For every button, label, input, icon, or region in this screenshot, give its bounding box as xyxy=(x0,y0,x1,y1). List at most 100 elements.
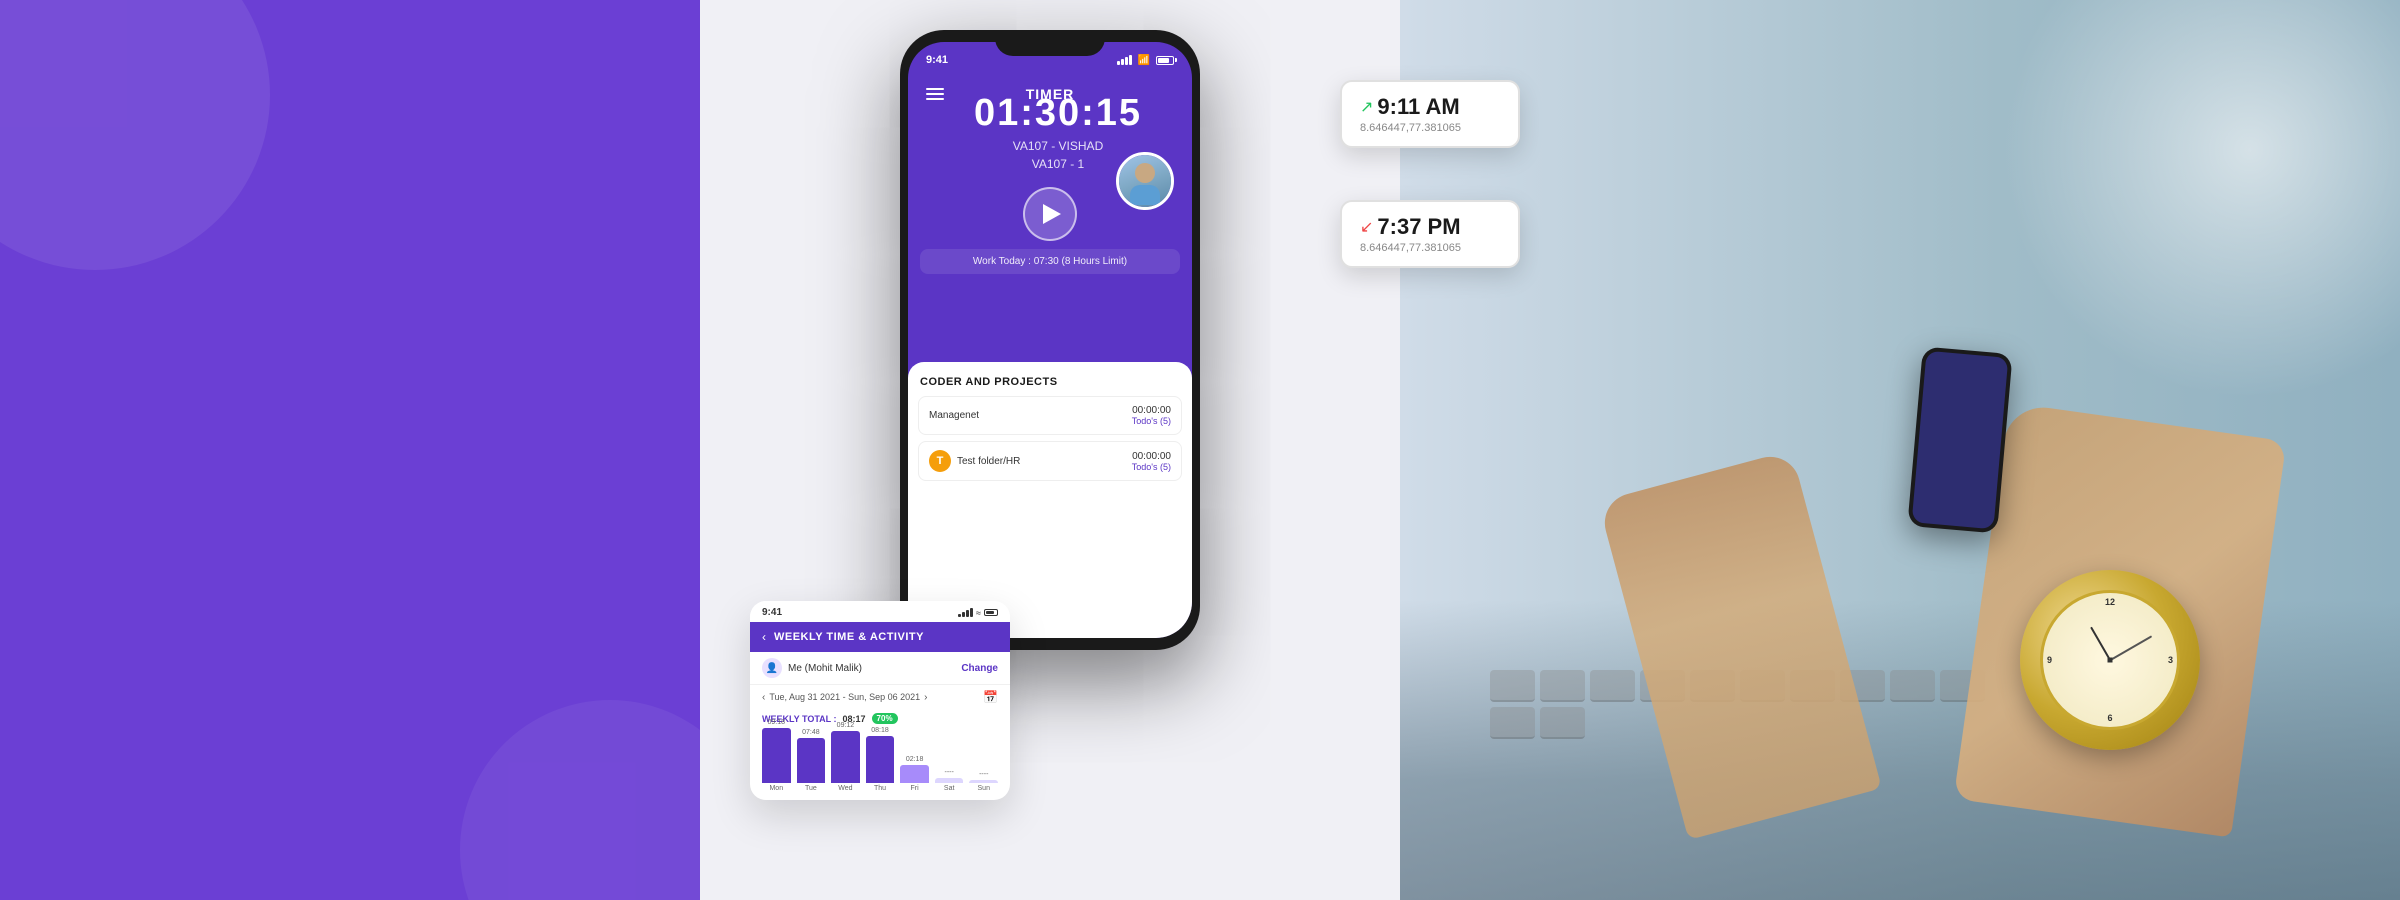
chart-bar-fill xyxy=(969,780,998,783)
hamburger-menu-icon[interactable] xyxy=(926,88,944,100)
chart-day-label: Tue xyxy=(805,785,817,792)
next-date-arrow[interactable]: › xyxy=(924,692,927,703)
card-date-row: ‹ Tue, Aug 31 2021 - Sun, Sep 06 2021 › … xyxy=(750,685,1010,709)
chart-bar-group: 07:48 Tue xyxy=(797,729,826,792)
date-navigation: ‹ Tue, Aug 31 2021 - Sun, Sep 06 2021 › xyxy=(762,692,927,703)
card-battery-icon xyxy=(984,609,998,616)
phone-status-time: 9:41 xyxy=(926,54,948,66)
phone-in-hand xyxy=(1907,346,2012,533)
middle-panel: 9:41 📶 xyxy=(700,0,1400,900)
card-wifi-icon: ≈ xyxy=(976,608,981,618)
user-name: Me (Mohit Malik) xyxy=(788,663,961,674)
wifi-icon: 📶 xyxy=(1138,55,1150,66)
chart-day-label: Sat xyxy=(944,785,955,792)
weekly-activity-card: 9:41 ≈ ‹ WEEKLY TIME & ACTIVITY 👤 xyxy=(750,601,1010,800)
chart-bar-fill xyxy=(866,736,895,783)
chart-bar-group: 02:18 Fri xyxy=(900,756,929,792)
card-signal-icon xyxy=(958,608,973,617)
card-header: ‹ WEEKLY TIME & ACTIVITY xyxy=(750,622,1010,652)
phone-screen: 9:41 📶 xyxy=(908,42,1192,638)
watch-minute-hand xyxy=(2110,635,2152,660)
avatar-body xyxy=(1130,185,1160,205)
project-item-2[interactable]: T Test folder/HR 00:00:00 Todo's (5) xyxy=(918,441,1182,481)
app-title: TIMER xyxy=(1026,86,1075,102)
watch-num-6: 6 xyxy=(2107,713,2112,723)
checkout-header: ↙ 7:37 PM xyxy=(1360,214,1500,240)
chart-bar-group: ---- Sun xyxy=(969,771,998,792)
left-panel xyxy=(0,0,700,900)
watch-face: 12 3 6 9 xyxy=(2040,590,2180,730)
project-2-time: 00:00:00 xyxy=(1132,451,1171,462)
phone-app-header: TIMER xyxy=(908,78,1192,110)
project-1-time: 00:00:00 xyxy=(1132,405,1171,416)
change-user-button[interactable]: Change xyxy=(961,663,998,674)
right-panel: 12 3 6 9 xyxy=(1400,0,2400,900)
chart-day-label: Wed xyxy=(838,785,852,792)
projects-section-title: CODER AND PROJECTS xyxy=(918,372,1182,396)
chart-day-label: Thu xyxy=(874,785,886,792)
chart-bar-group: 08:18 Thu xyxy=(866,727,895,792)
left-hand-shape xyxy=(1598,450,1882,840)
chart-bar-fill xyxy=(935,778,964,783)
checkin-time: 9:11 AM xyxy=(1377,94,1459,120)
checkin-tooltip: ↗ 9:11 AM 8.646447,77.381065 xyxy=(1340,80,1520,148)
chart-bar-fill xyxy=(797,738,826,783)
user-avatar xyxy=(1116,152,1174,210)
card-header-title: WEEKLY TIME & ACTIVITY xyxy=(774,631,924,643)
chart-day-label: Sun xyxy=(978,785,990,792)
calendar-icon[interactable]: 📅 xyxy=(983,690,998,704)
chart-bar-value: ---- xyxy=(945,769,954,776)
project-2-todos: Todo's (5) xyxy=(1132,462,1171,472)
watch-num-3: 3 xyxy=(2168,655,2173,665)
play-button[interactable] xyxy=(1023,187,1077,241)
chart-bar-value: 09:12 xyxy=(837,722,855,729)
chart-bar-value: 07:48 xyxy=(802,729,820,736)
prev-date-arrow[interactable]: ‹ xyxy=(762,692,765,703)
watch-hour-hand xyxy=(2090,627,2111,661)
avatar-image xyxy=(1119,155,1171,207)
chart-bar-value: 08:18 xyxy=(871,727,889,734)
back-arrow-icon[interactable]: ‹ xyxy=(762,630,766,644)
checkout-arrow-icon: ↙ xyxy=(1360,217,1373,237)
checkout-time: 7:37 PM xyxy=(1377,214,1460,240)
play-icon xyxy=(1043,204,1061,224)
checkout-coords: 8.646447,77.381065 xyxy=(1360,242,1500,254)
chart-bars-container: 09:18Mon07:48Tue09:12Wed08:18Thu02:18Fri… xyxy=(762,732,998,792)
battery-icon xyxy=(1156,56,1174,65)
weekly-progress-badge: 70% xyxy=(872,713,898,724)
card-status-bar: 9:41 ≈ xyxy=(750,601,1010,622)
chart-bar-value: 09:18 xyxy=(768,719,786,726)
wristwatch: 12 3 6 9 xyxy=(2020,570,2200,750)
project-1-name: Managenet xyxy=(929,410,979,421)
card-user-row: 👤 Me (Mohit Malik) Change xyxy=(750,652,1010,685)
project-item-1[interactable]: Managenet 00:00:00 Todo's (5) xyxy=(918,396,1182,435)
chart-bar-fill xyxy=(762,728,791,783)
checkin-arrow-icon: ↗ xyxy=(1360,97,1373,117)
checkin-coords: 8.646447,77.381065 xyxy=(1360,122,1500,134)
signal-bars-icon xyxy=(1117,55,1132,65)
phone-status-icons: 📶 xyxy=(1117,55,1174,66)
user-icon: 👤 xyxy=(762,658,782,678)
folder-t-icon: T xyxy=(929,450,951,472)
phone-notch xyxy=(995,30,1105,56)
checkin-header: ↗ 9:11 AM xyxy=(1360,94,1500,120)
weekly-chart: 09:18Mon07:48Tue09:12Wed08:18Thu02:18Fri… xyxy=(750,728,1010,800)
watch-num-12: 12 xyxy=(2105,597,2115,607)
chart-bar-group: 09:18 Mon xyxy=(762,719,791,792)
work-info: Work Today : 07:30 (8 Hours Limit) xyxy=(920,249,1180,274)
chart-bar-value: ---- xyxy=(979,771,988,778)
chart-bar-group: ---- Sat xyxy=(935,769,964,792)
timer-user: VA107 - VISHAD xyxy=(924,139,1192,153)
chart-day-label: Mon xyxy=(769,785,783,792)
chart-day-label: Fri xyxy=(911,785,919,792)
chart-bar-value: 02:18 xyxy=(906,756,924,763)
chart-bar-group: 09:12 Wed xyxy=(831,722,860,792)
date-range-text: Tue, Aug 31 2021 - Sun, Sep 06 2021 xyxy=(769,692,920,702)
watch-num-9: 9 xyxy=(2047,655,2052,665)
avatar-head xyxy=(1135,163,1155,183)
checkout-tooltip: ↙ 7:37 PM 8.646447,77.381065 xyxy=(1340,200,1520,268)
chart-bar-fill xyxy=(831,731,860,783)
project-1-todos: Todo's (5) xyxy=(1132,416,1171,426)
watch-center-dot xyxy=(2108,658,2113,663)
main-phone-frame: 9:41 📶 xyxy=(900,30,1200,650)
